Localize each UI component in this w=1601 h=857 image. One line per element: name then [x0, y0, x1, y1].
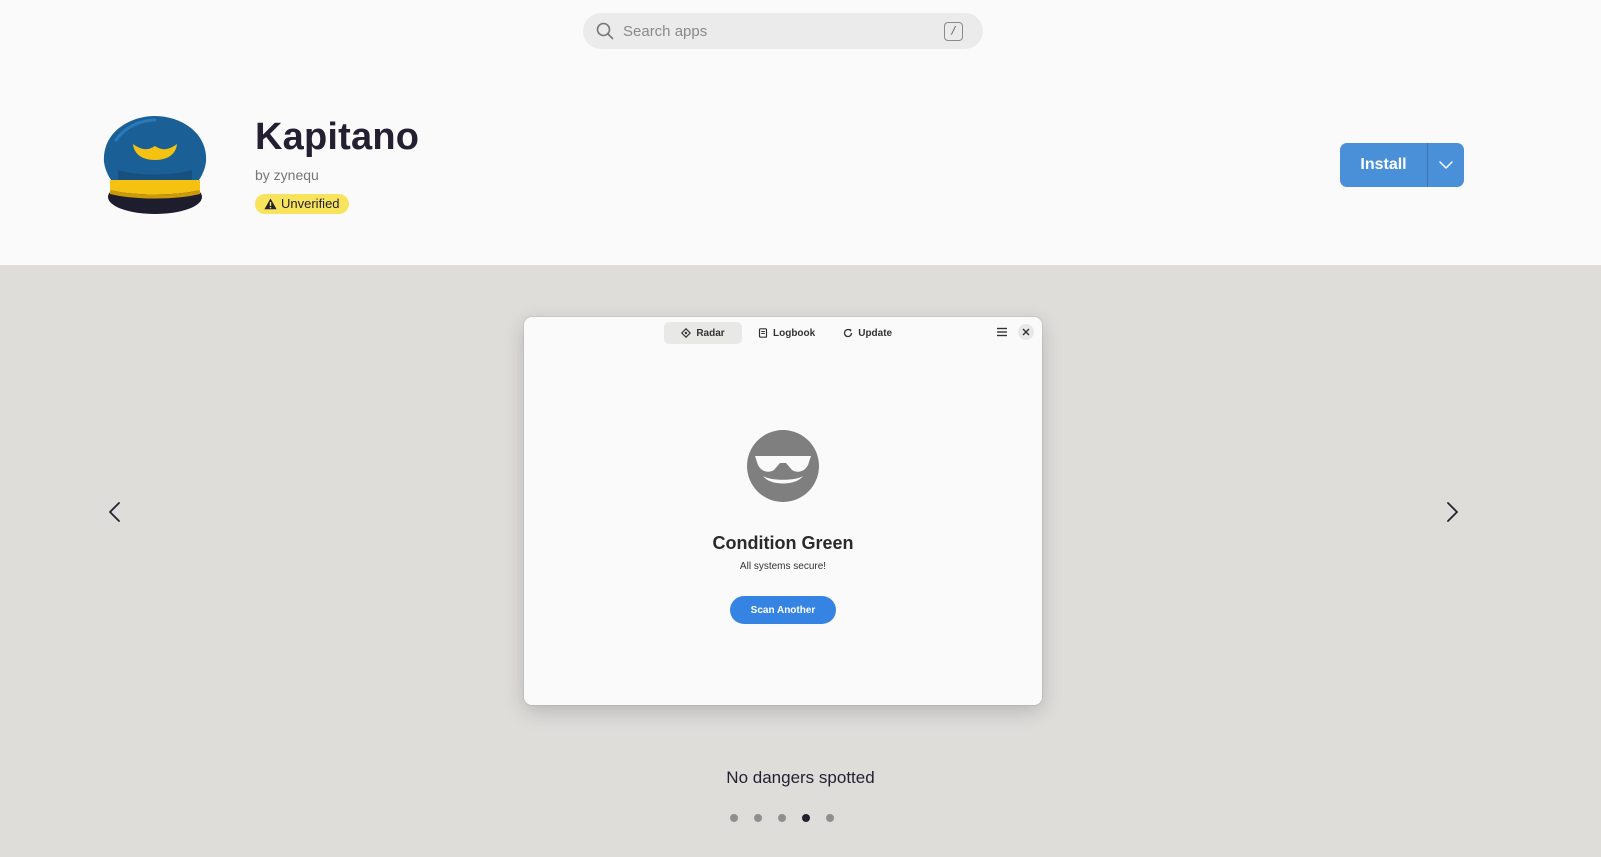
install-button[interactable]: Install [1340, 143, 1427, 187]
refresh-icon [844, 328, 853, 338]
unverified-badge: Unverified [255, 194, 349, 214]
carousel-dot[interactable] [826, 814, 834, 822]
chevron-down-icon [1439, 161, 1453, 169]
carousel-dot[interactable] [802, 814, 810, 822]
carousel-dot[interactable] [778, 814, 786, 822]
sunglasses-smiley-icon [747, 430, 819, 502]
carousel-indicator [730, 814, 834, 822]
logbook-icon [758, 328, 768, 338]
status-subtitle: All systems secure! [739, 561, 827, 572]
scan-another-button: Scan Another [730, 596, 836, 624]
close-icon [1018, 324, 1034, 340]
screenshot-tab-logbook: Logbook [746, 322, 827, 344]
chevron-left-icon[interactable] [103, 500, 127, 524]
screenshot-caption: No dangers spotted [726, 768, 875, 787]
screenshot-tab-update: Update [831, 322, 904, 344]
captain-hat-icon [103, 116, 207, 214]
app-author[interactable]: by zynequ [255, 167, 319, 183]
app-screenshot: Radar Logbook Update Condition Green All… [524, 317, 1042, 705]
warning-icon [264, 198, 277, 210]
chevron-right-icon[interactable] [1440, 500, 1464, 524]
search-bar[interactable]: / [583, 13, 983, 49]
carousel-dot[interactable] [730, 814, 738, 822]
radar-icon [681, 328, 692, 338]
search-input[interactable] [623, 13, 923, 49]
install-options-button[interactable] [1428, 143, 1464, 187]
tab-label: Update [858, 327, 893, 339]
search-icon [596, 22, 614, 40]
status-title: Condition Green [712, 533, 854, 553]
hamburger-menu-icon [997, 327, 1007, 337]
app-title: Kapitano [255, 116, 420, 158]
screenshot-tabs: Radar Logbook Update [664, 322, 904, 344]
tab-label: Radar [696, 327, 725, 339]
badge-label: Unverified [281, 196, 340, 211]
carousel-dot[interactable] [754, 814, 762, 822]
install-button-group: Install [1340, 143, 1464, 187]
app-header: / Kapitano by zynequ Unverified Install [0, 0, 1601, 265]
screenshot-gallery: Radar Logbook Update Condition Green All… [0, 265, 1601, 857]
shortcut-hint: / [944, 22, 963, 41]
screenshot-tab-radar: Radar [664, 322, 742, 344]
tab-label: Logbook [773, 327, 816, 339]
